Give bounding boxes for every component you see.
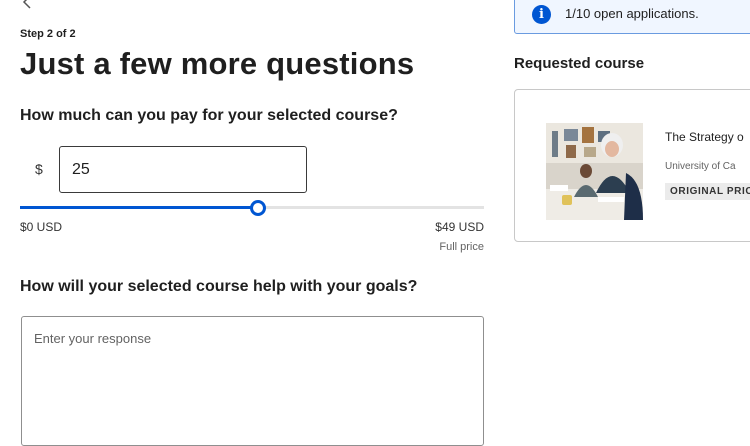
requested-course-card[interactable]: The Strategy o University of Ca ORIGINAL…	[514, 89, 750, 242]
goals-response-textarea[interactable]	[21, 316, 484, 446]
requested-course-heading: Requested course	[514, 55, 645, 72]
course-title[interactable]: The Strategy o	[665, 130, 744, 144]
currency-symbol: $	[35, 161, 43, 177]
info-icon: i	[532, 5, 551, 24]
payment-slider-fill	[20, 206, 257, 209]
original-price-badge: ORIGINAL PRIC	[665, 183, 750, 200]
slider-min-label: $0 USD	[20, 220, 63, 234]
back-chevron-icon[interactable]	[20, 0, 36, 10]
applications-banner: i 1/10 open applications.	[514, 0, 750, 34]
course-thumbnail-image	[546, 123, 643, 220]
goals-question-label: How will your selected course help with …	[20, 278, 418, 295]
payment-amount-input[interactable]	[59, 146, 307, 193]
payment-question-label: How much can you pay for your selected c…	[20, 107, 398, 124]
step-indicator: Step 2 of 2	[20, 28, 76, 40]
payment-slider-handle[interactable]	[249, 200, 266, 216]
slider-max-label: $49 USD	[435, 220, 484, 234]
course-partner: University of Ca	[665, 161, 736, 172]
banner-text: 1/10 open applications.	[565, 6, 699, 21]
page-title: Just a few more questions	[20, 46, 415, 81]
full-price-label: Full price	[439, 241, 484, 253]
